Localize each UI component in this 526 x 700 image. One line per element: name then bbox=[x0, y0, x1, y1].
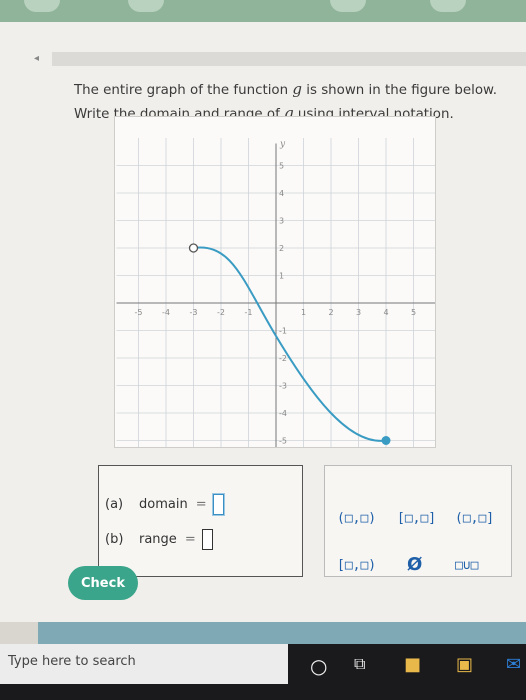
closed-closed-interval-button[interactable]: [□,□] bbox=[397, 511, 436, 526]
open-endpoint bbox=[188, 243, 199, 253]
check-button[interactable]: Check bbox=[68, 566, 138, 600]
range-row: (b) range = bbox=[105, 529, 213, 550]
x-tick-label: 4 bbox=[383, 308, 388, 317]
y-axis-label: y bbox=[279, 139, 286, 149]
answer-box: (a) domain = (b) range = bbox=[98, 465, 303, 577]
closed-open-interval-button[interactable]: [□,□) bbox=[337, 558, 376, 573]
x-tick-label: 1 bbox=[301, 308, 306, 317]
x-tick-label: -2 bbox=[217, 308, 225, 317]
mail-icon[interactable]: ✉ bbox=[506, 654, 521, 675]
function-curve bbox=[193, 246, 387, 442]
union-button[interactable]: □∪□ bbox=[455, 558, 478, 573]
y-tick-label: 3 bbox=[279, 217, 284, 226]
y-tick-label: 2 bbox=[279, 244, 284, 253]
x-tick-label: -3 bbox=[190, 308, 198, 317]
store-icon[interactable]: ▣ bbox=[456, 654, 473, 675]
graph-canvas: -5-4-3-2-11234554321-1-2-3-4-5xy bbox=[116, 138, 435, 447]
progress-rule bbox=[52, 52, 526, 66]
back-arrow-icon[interactable]: ◂ bbox=[34, 53, 39, 64]
domain-label-letter: (a) bbox=[105, 497, 124, 512]
range-label-letter: (b) bbox=[105, 532, 124, 547]
y-tick-label: -1 bbox=[279, 327, 287, 336]
x-tick-label: -1 bbox=[245, 308, 253, 317]
task-view-icon[interactable]: ⧉ bbox=[354, 654, 365, 674]
empty-set-button[interactable]: Ø bbox=[407, 554, 422, 575]
open-open-interval-button[interactable]: (□,□) bbox=[337, 511, 376, 526]
range-input[interactable] bbox=[201, 529, 213, 550]
cortana-icon[interactable]: ○ bbox=[310, 654, 327, 678]
top-bar bbox=[0, 0, 526, 24]
y-tick-label: -5 bbox=[279, 437, 287, 446]
bottom-bar bbox=[38, 622, 526, 644]
windows-taskbar: Type here to search ○ ⧉ ■ ▣ ✉ bbox=[0, 644, 526, 700]
open-closed-interval-button[interactable]: (□,□] bbox=[455, 511, 494, 526]
domain-input[interactable] bbox=[212, 494, 224, 515]
domain-row: (a) domain = bbox=[105, 494, 224, 515]
y-tick-label: -3 bbox=[279, 382, 287, 391]
y-tick-label: -2 bbox=[279, 354, 287, 363]
y-tick-label: -4 bbox=[279, 409, 287, 418]
domain-label: domain bbox=[139, 497, 188, 512]
x-tick-label: 5 bbox=[411, 308, 416, 317]
function-graph: -5-4-3-2-11234554321-1-2-3-4-5xy bbox=[114, 116, 436, 448]
y-tick-label: 5 bbox=[279, 162, 284, 171]
taskbar-search-input[interactable]: Type here to search bbox=[0, 644, 288, 684]
x-tick-label: 3 bbox=[356, 308, 361, 317]
range-label: range bbox=[139, 532, 177, 547]
y-tick-label: 1 bbox=[279, 272, 284, 281]
x-tick-label: -4 bbox=[162, 308, 170, 317]
x-tick-label: 2 bbox=[328, 308, 333, 317]
closed-endpoint bbox=[381, 436, 391, 445]
interval-palette: (□,□) [□,□] (□,□] [□,□) Ø □∪□ bbox=[324, 465, 512, 577]
x-tick-label: -5 bbox=[135, 308, 143, 317]
file-explorer-icon[interactable]: ■ bbox=[404, 654, 421, 675]
y-tick-label: 4 bbox=[279, 189, 284, 198]
